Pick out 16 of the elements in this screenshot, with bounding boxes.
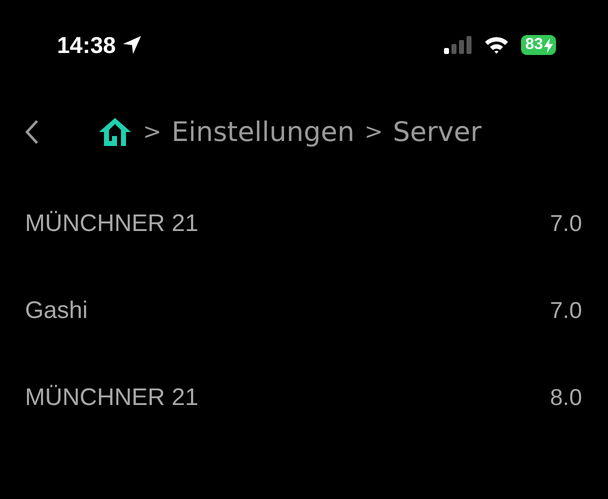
server-name: Gashi [25,296,88,324]
wifi-icon [484,36,510,54]
battery-percent: 83 [525,36,543,54]
server-name: MÜNCHNER 21 [25,210,198,238]
server-name: MÜNCHNER 21 [25,384,198,412]
back-button[interactable] [25,119,39,145]
clock-time: 14:38 [57,32,116,58]
breadcrumb-link[interactable]: Einstellungen [171,116,354,148]
breadcrumb-separator: > [364,120,383,144]
breadcrumb-link[interactable]: Server [392,116,482,148]
home-icon[interactable] [97,116,133,148]
signal-icon [444,36,472,54]
breadcrumb-separator: > [143,120,162,144]
server-version: 7.0 [550,210,582,237]
server-version: 7.0 [550,297,582,324]
server-version: 8.0 [550,384,582,411]
